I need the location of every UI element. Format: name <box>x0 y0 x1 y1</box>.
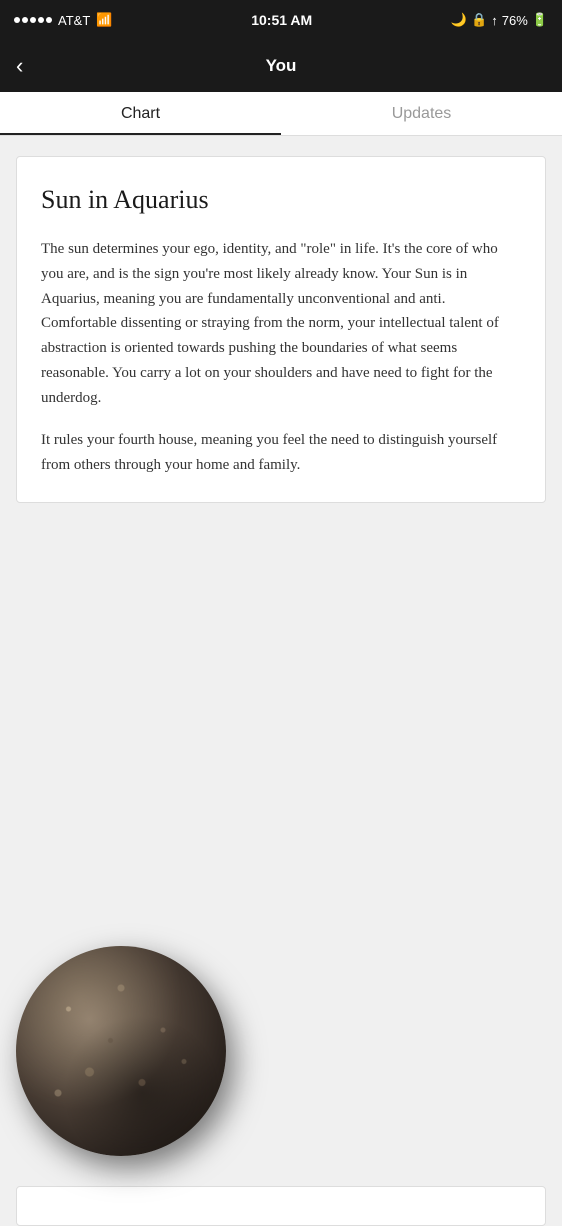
card-paragraph-2: It rules your fourth house, meaning you … <box>41 428 521 478</box>
status-time: 10:51 AM <box>251 12 312 28</box>
battery-percent: 76% <box>502 13 528 28</box>
tab-chart[interactable]: Chart <box>0 92 281 135</box>
tab-updates[interactable]: Updates <box>281 92 562 135</box>
tabs: Chart Updates <box>0 92 562 136</box>
status-left: AT&T 📶 <box>14 12 112 28</box>
planet-image <box>16 946 226 1156</box>
page-title: You <box>266 56 297 76</box>
status-bar: AT&T 📶 10:51 AM 🌙 🔒 ↑ 76% 🔋 <box>0 0 562 40</box>
card-title: Sun in Aquarius <box>41 185 521 215</box>
carrier-label: AT&T <box>58 13 90 28</box>
content-area: Sun in Aquarius The sun determines your … <box>0 136 562 936</box>
nav-bar: ‹ You <box>0 40 562 92</box>
lock-icon: 🔒 <box>471 12 487 28</box>
card-paragraph-1: The sun determines your ego, identity, a… <box>41 237 521 410</box>
wifi-icon: 📶 <box>96 12 112 28</box>
card-body: The sun determines your ego, identity, a… <box>41 237 521 478</box>
back-button[interactable]: ‹ <box>16 53 46 79</box>
location-icon: ↑ <box>491 13 498 28</box>
sun-in-aquarius-card: Sun in Aquarius The sun determines your … <box>16 156 546 503</box>
planet-container <box>0 936 562 1176</box>
moon-icon: 🌙 <box>451 12 467 28</box>
battery-icon: 🔋 <box>532 12 548 28</box>
bottom-card-hint <box>16 1186 546 1226</box>
signal-dots <box>14 17 52 23</box>
status-right: 🌙 🔒 ↑ 76% 🔋 <box>451 12 548 28</box>
